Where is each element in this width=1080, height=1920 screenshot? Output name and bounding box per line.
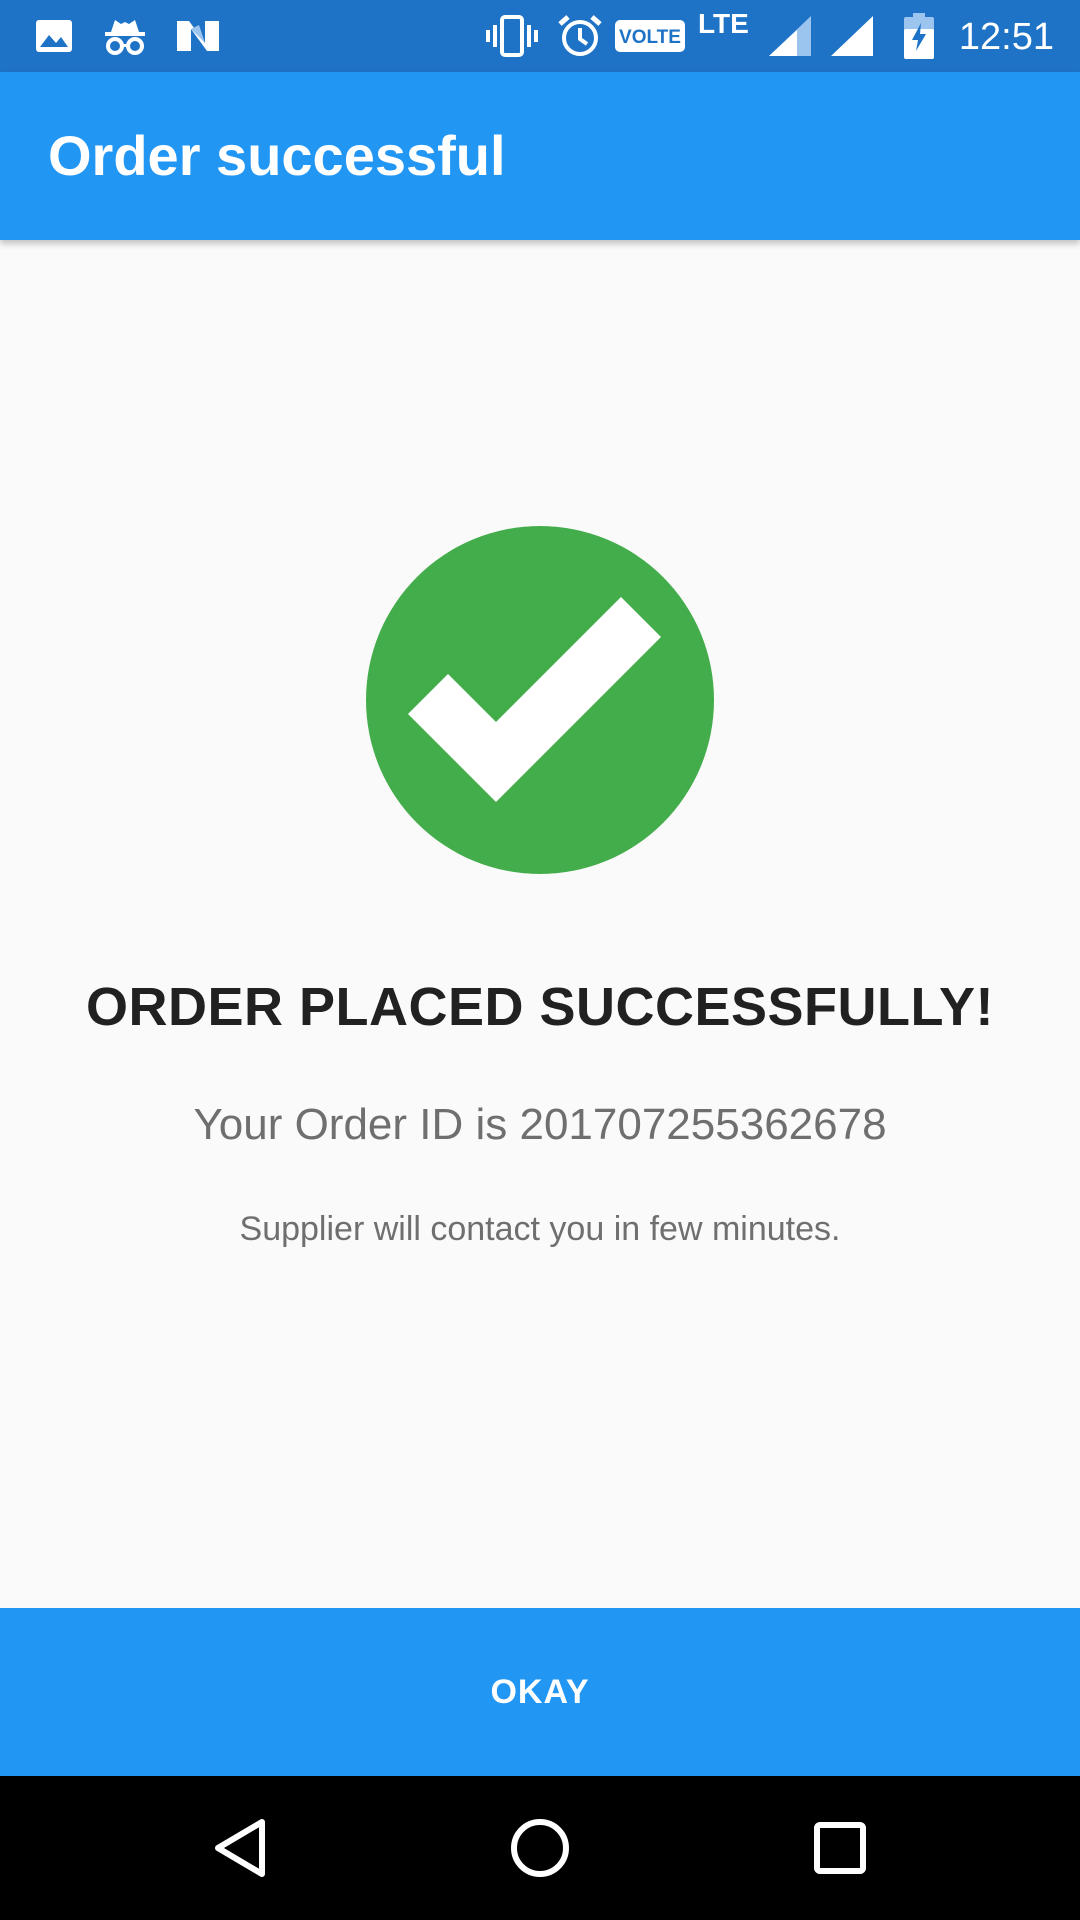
status-time: 12:51: [958, 16, 1054, 58]
status-bar: VOLTE LTE 12:51: [0, 0, 1080, 72]
app-bar: Order successful: [0, 72, 1080, 240]
volte-icon: VOLTE: [614, 0, 686, 72]
navigation-bar: [0, 1776, 1080, 1920]
image-icon: [34, 0, 74, 72]
battery-charging-icon: [902, 0, 936, 72]
back-icon[interactable]: [160, 1776, 320, 1920]
alarm-icon: [556, 0, 604, 72]
home-icon[interactable]: [460, 1776, 620, 1920]
order-confirmation: ORDER PLACED SUCCESSFULLY! Your Order ID…: [0, 240, 1080, 1608]
page-title: Order successful: [48, 124, 506, 187]
nougat-icon: [174, 0, 222, 72]
supplier-note: Supplier will contact you in few minutes…: [239, 1210, 841, 1248]
vibrate-icon: [484, 0, 540, 72]
lte-label: LTE: [698, 8, 749, 39]
incognito-icon: [100, 0, 150, 72]
success-headline: ORDER PLACED SUCCESSFULLY!: [85, 977, 995, 1037]
svg-text:VOLTE: VOLTE: [619, 27, 681, 48]
check-circle-icon: [366, 526, 714, 874]
signal-icon: [766, 0, 812, 72]
order-id-text: Your Order ID is 201707255362678: [193, 1100, 887, 1149]
recents-icon[interactable]: [760, 1776, 920, 1920]
okay-button[interactable]: OKAY: [0, 1608, 1080, 1776]
signal-icon: [828, 0, 874, 72]
